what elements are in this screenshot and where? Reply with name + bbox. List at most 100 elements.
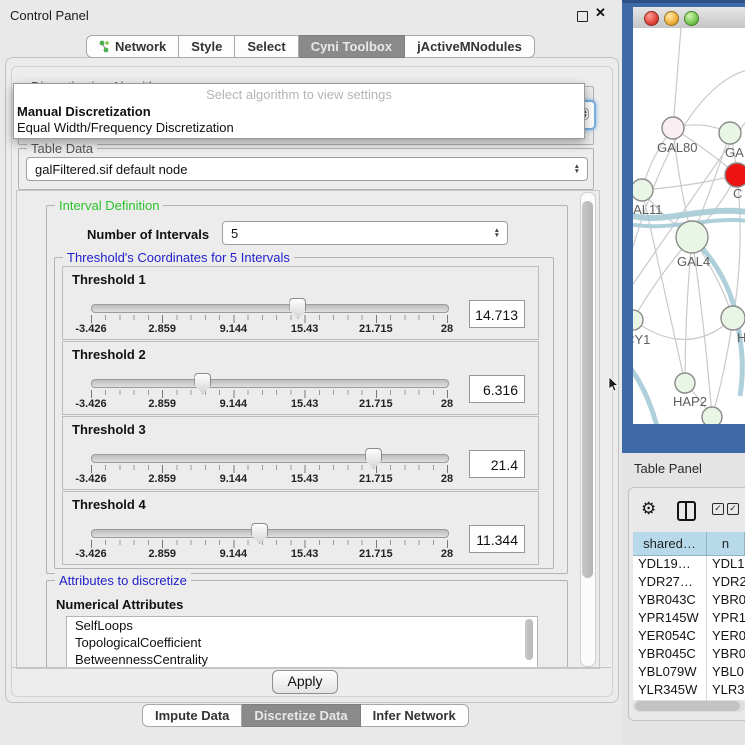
network-edge bbox=[633, 366, 657, 424]
slider-tick-label: 9.144 bbox=[220, 548, 248, 560]
gear-icon[interactable]: ⚙ bbox=[641, 499, 656, 519]
top-tabbar: NetworkStyle Select Cyni Toolbox jActiveMNo… bbox=[86, 35, 535, 58]
network-node-hap2[interactable] bbox=[675, 373, 695, 393]
num-intervals-combo[interactable]: 5 ▲ ▼ bbox=[222, 221, 508, 245]
table-row[interactable]: YBR045CYBR0 bbox=[633, 646, 745, 664]
threshold-value-field[interactable]: 21.4 bbox=[469, 450, 525, 478]
slider-track[interactable] bbox=[91, 454, 449, 463]
close-icon[interactable]: ✕ bbox=[595, 5, 606, 21]
table-data-title: Table Data bbox=[27, 141, 97, 156]
bottom-tabbar: Impute Data Discretize DataInfer Network bbox=[142, 704, 469, 727]
network-node-label: GCY1 bbox=[633, 332, 650, 347]
column-header-shared-name[interactable]: shared… bbox=[633, 532, 707, 556]
split-columns-icon[interactable] bbox=[677, 501, 696, 521]
desktop-background-top bbox=[622, 0, 745, 3]
table-cell: YER0 bbox=[707, 628, 745, 646]
tab-label: jActiveMNodules bbox=[417, 36, 522, 57]
table-cell: YLR3 bbox=[707, 682, 745, 700]
tab-impute-data[interactable]: Impute Data bbox=[142, 704, 242, 727]
slider-tick-label: 9.144 bbox=[220, 473, 248, 485]
slider-ticks-major bbox=[91, 390, 448, 398]
list-item[interactable]: BetweennessCentrality bbox=[67, 651, 537, 668]
table-cell: YLR345W bbox=[633, 682, 707, 700]
attributes-list-scrollbar-thumb[interactable] bbox=[525, 619, 533, 660]
apply-button[interactable]: Apply bbox=[272, 670, 338, 694]
tab-network[interactable]: Network bbox=[86, 35, 179, 58]
slider-tick-label: -3.426 bbox=[75, 398, 106, 410]
table-row[interactable]: YPR145WYPR1 bbox=[633, 610, 745, 628]
interval-definition-title: Interval Definition bbox=[55, 198, 163, 213]
table-cell: YER054C bbox=[633, 628, 707, 646]
slider-tick-label: 15.43 bbox=[291, 548, 319, 560]
table-row[interactable]: YBR043CYBR0 bbox=[633, 592, 745, 610]
table-hscrollbar-thumb[interactable] bbox=[635, 701, 740, 711]
slider-tick-label: 9.144 bbox=[220, 323, 248, 335]
checkbox-icon[interactable]: ✓ bbox=[712, 503, 724, 515]
network-canvas[interactable]: GAL80GACGAL11GAL4GCY1HHAP2 bbox=[633, 28, 745, 424]
tab-discretize-data[interactable]: Discretize Data bbox=[242, 704, 360, 727]
network-node-h[interactable] bbox=[721, 306, 745, 330]
attributes-list[interactable]: SelfLoopsTopologicalCoefficientBetweenne… bbox=[66, 616, 538, 668]
slider-tick-label: 21.715 bbox=[359, 398, 393, 410]
list-item[interactable]: SelfLoops bbox=[67, 617, 537, 634]
close-traffic-icon[interactable] bbox=[644, 11, 659, 26]
minimize-traffic-icon[interactable] bbox=[664, 11, 679, 26]
tab-style[interactable]: Style bbox=[179, 35, 235, 58]
network-node-gcy1[interactable] bbox=[633, 310, 643, 330]
network-node-c[interactable] bbox=[725, 163, 745, 187]
checkbox-icon[interactable]: ✓ bbox=[727, 503, 739, 515]
slider-track[interactable] bbox=[91, 379, 449, 388]
table-cell: YBR0 bbox=[707, 592, 745, 610]
slider-track[interactable] bbox=[91, 304, 449, 313]
algorithm-dropdown-popup: Select algorithm to view settings Manual… bbox=[13, 83, 585, 139]
zoom-traffic-icon[interactable] bbox=[684, 11, 699, 26]
slider-tick-label: 28 bbox=[441, 548, 453, 560]
table-row[interactable]: YDR27…YDR2 bbox=[633, 574, 745, 592]
column-header-name[interactable]: n bbox=[707, 532, 745, 556]
table-data-combo-value: galFiltered.sif default node bbox=[35, 162, 187, 177]
table-row[interactable]: YLR345WYLR3 bbox=[633, 682, 745, 700]
slider-ticks-major bbox=[91, 315, 448, 323]
dropdown-item-manual[interactable]: Manual Discretization bbox=[17, 104, 151, 119]
threshold-label: Threshold 4 bbox=[72, 497, 146, 512]
tab-jactivemnodules[interactable]: jActiveMNodules bbox=[405, 35, 535, 58]
slider-tick-label: 2.859 bbox=[148, 473, 176, 485]
table-row[interactable]: YDL19…YDL1 bbox=[633, 556, 745, 574]
slider-tick-label: 28 bbox=[441, 323, 453, 335]
table-cell: YDL19… bbox=[633, 556, 707, 574]
slider-tick-label: 28 bbox=[441, 473, 453, 485]
list-item[interactable]: TopologicalCoefficient bbox=[67, 634, 537, 651]
network-node-gal4[interactable] bbox=[676, 221, 708, 253]
tab-label: Cyni Toolbox bbox=[311, 36, 392, 57]
threshold-value-field[interactable]: 14.713 bbox=[469, 300, 525, 328]
threshold-value-field[interactable]: 6.316 bbox=[469, 375, 525, 403]
network-node-gal11[interactable] bbox=[633, 179, 653, 201]
dropdown-hint: Select algorithm to view settings bbox=[14, 87, 584, 102]
table-data-combo[interactable]: galFiltered.sif default node ▲ ▼ bbox=[26, 157, 588, 181]
settings-scrollbar-thumb[interactable] bbox=[582, 201, 593, 578]
num-intervals-value: 5 bbox=[231, 226, 238, 241]
tab-label: Impute Data bbox=[155, 705, 229, 726]
table-cell: YBL0 bbox=[707, 664, 745, 682]
attributes-title: Attributes to discretize bbox=[55, 573, 191, 588]
slider-tick-label: -3.426 bbox=[75, 548, 106, 560]
network-node[interactable] bbox=[702, 407, 722, 424]
slider-track[interactable] bbox=[91, 529, 449, 538]
control-panel-titlebar bbox=[0, 0, 622, 30]
network-window-titlebar[interactable] bbox=[633, 7, 745, 29]
tab-infer-network[interactable]: Infer Network bbox=[361, 704, 469, 727]
table-row[interactable]: YBL079WYBL0 bbox=[633, 664, 745, 682]
threshold-row: Threshold 2-3.4262.8599.14415.4321.71528… bbox=[62, 341, 539, 415]
slider-tick-label: 15.43 bbox=[291, 323, 319, 335]
network-node-ga[interactable] bbox=[719, 122, 741, 144]
table-row[interactable]: YER054CYER0 bbox=[633, 628, 745, 646]
threshold-value-field[interactable]: 11.344 bbox=[469, 525, 525, 553]
tab-cyni-toolbox[interactable]: Cyni Toolbox bbox=[299, 35, 405, 58]
threshold-label: Threshold 3 bbox=[72, 422, 146, 437]
network-node-gal80[interactable] bbox=[662, 117, 684, 139]
dropdown-item-equal-width[interactable]: Equal Width/Frequency Discretization bbox=[17, 120, 234, 135]
network-edge bbox=[642, 175, 737, 190]
float-window-icon[interactable] bbox=[577, 11, 588, 22]
tab-select[interactable]: Select bbox=[235, 35, 298, 58]
tab-label: Select bbox=[247, 36, 285, 57]
